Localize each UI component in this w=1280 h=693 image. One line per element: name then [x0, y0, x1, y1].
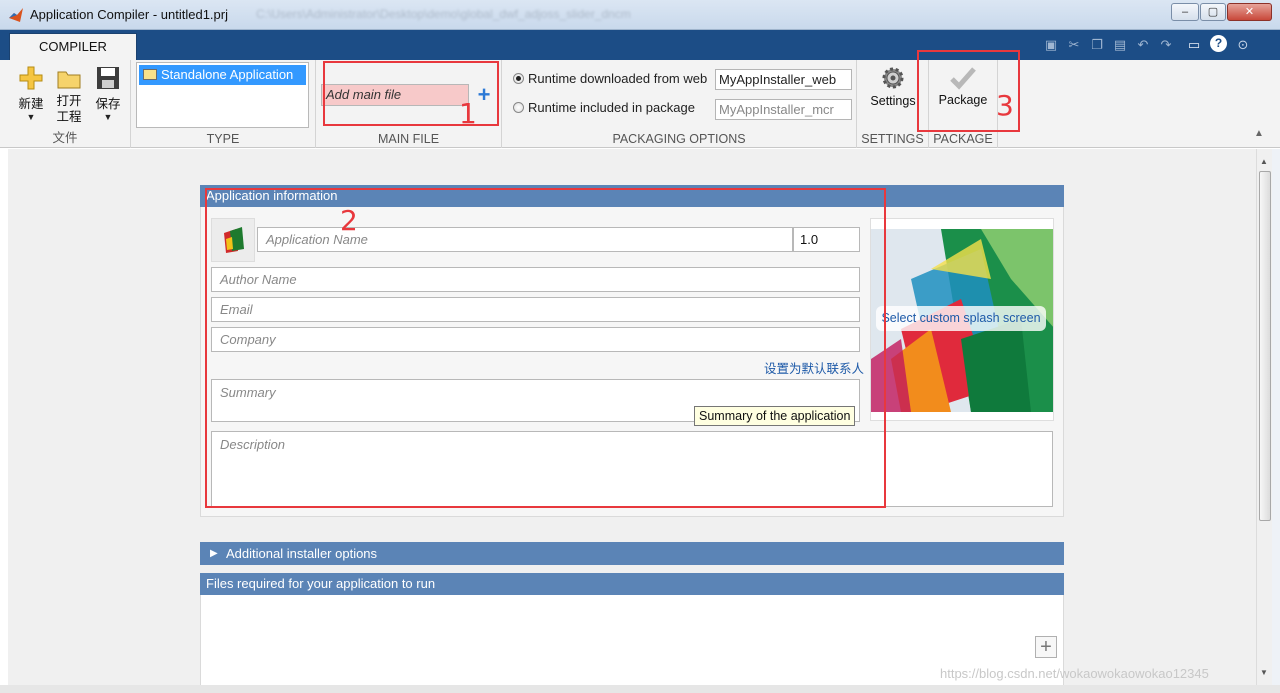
packaging-options-label: PACKAGING OPTIONS	[612, 132, 746, 146]
toolstrip-tabs: COMPILER ▣ ✂ ❐ ▤ ↶ ↷ ▭ ? ⊙	[0, 30, 1280, 60]
settings-label: Settings	[870, 94, 916, 108]
new-label: 新建	[18, 97, 44, 111]
annotation-number-3: 3	[996, 89, 1014, 122]
tab-compiler[interactable]: COMPILER	[9, 33, 137, 60]
save-label: 保存	[95, 97, 121, 111]
company-field[interactable]: Company	[211, 327, 860, 352]
add-main-file-icon[interactable]: +	[474, 84, 494, 106]
collapse-ribbon-icon[interactable]: ▲	[1254, 128, 1264, 139]
scroll-up-icon[interactable]: ▲	[1260, 157, 1268, 166]
package-button[interactable]: Package	[931, 66, 995, 107]
set-default-contact-link[interactable]: 设置为默认联系人	[764, 358, 864, 377]
radio-runtime-included[interactable]	[513, 102, 524, 113]
close-button[interactable]: ✕	[1227, 3, 1272, 21]
type-gallery[interactable]: Standalone Application	[136, 62, 309, 128]
type-selected-label: Standalone Application	[161, 67, 294, 82]
app-name-field[interactable]: Application Name	[257, 227, 793, 252]
window-title: Application Compiler - untitled1.prj	[30, 7, 228, 22]
file-group-label: 文件	[52, 131, 78, 145]
mcr-installer-name-field[interactable]: MyAppInstaller_mcr	[715, 99, 852, 120]
redo-icon[interactable]: ↷	[1157, 36, 1175, 54]
add-file-icon[interactable]: +	[1035, 636, 1057, 658]
bottom-edge	[0, 685, 1280, 693]
ribbon: 新建 ▼ 打开 工程 保存 ▼ 文件 TYPE Standalone Appli…	[0, 60, 1280, 148]
minimize-button[interactable]: –	[1171, 3, 1199, 21]
annotation-number-2: 2	[340, 204, 358, 237]
package-group-label: PACKAGE	[933, 132, 993, 146]
layout-icon[interactable]: ▭	[1185, 36, 1203, 54]
vertical-scrollbar[interactable]: ▲ ▼	[1256, 149, 1272, 685]
additional-options-label: Additional installer options	[226, 546, 378, 561]
folder-icon	[57, 71, 81, 89]
new-plus-icon	[19, 66, 43, 90]
type-standalone-app[interactable]: Standalone Application	[139, 65, 306, 85]
radio-runtime-web[interactable]	[513, 73, 524, 84]
settings-button[interactable]: Settings	[861, 65, 925, 108]
open-project-button[interactable]: 打开 工程	[52, 68, 86, 125]
gear-icon	[882, 67, 904, 89]
matlab-logo-icon	[9, 8, 23, 22]
app-window-icon	[143, 69, 157, 80]
watermark-text: https://blog.csdn.net/wokaowokaowokao123…	[940, 666, 1209, 681]
expand-triangle-icon: ▶	[210, 548, 218, 559]
chevron-down-icon: ▼	[103, 112, 113, 122]
open-label-line1: 打开	[56, 94, 82, 108]
app-icon-button[interactable]	[211, 218, 255, 262]
annotation-number-1: 1	[459, 97, 477, 130]
version-field[interactable]: 1.0	[793, 227, 860, 252]
right-edge	[1272, 149, 1280, 685]
additional-installer-options-header[interactable]: ▶ Additional installer options	[200, 542, 1064, 565]
open-label-line2: 工程	[56, 110, 82, 124]
title-bar: Application Compiler - untitled1.prj C:\…	[0, 0, 1280, 30]
save-icon[interactable]: ▣	[1042, 36, 1060, 54]
web-installer-name-field[interactable]: MyAppInstaller_web	[715, 69, 852, 90]
settings-group: Settings SETTINGS	[857, 60, 929, 148]
copy-icon[interactable]: ❐	[1088, 36, 1106, 54]
scroll-down-icon[interactable]: ▼	[1260, 668, 1268, 677]
files-required-list	[200, 595, 1064, 685]
blurred-path: C:\Users\Administrator\Desktop\demo\glob…	[256, 7, 631, 21]
summary-tooltip: Summary of the application	[694, 406, 856, 426]
undo-icon[interactable]: ↶	[1134, 36, 1152, 54]
help-icon[interactable]: ?	[1210, 35, 1227, 52]
app-info-header[interactable]: Application information	[200, 185, 1064, 207]
select-splash-screen-button[interactable]: Select custom splash screen	[876, 306, 1046, 331]
email-field[interactable]: Email	[211, 297, 860, 322]
author-name-field[interactable]: Author Name	[211, 267, 860, 292]
scroll-thumb[interactable]	[1259, 171, 1271, 521]
runtime-included-label: Runtime included in package	[528, 100, 695, 115]
description-field[interactable]: Description	[211, 431, 1053, 507]
main-file-input[interactable]: Add main file	[321, 84, 469, 106]
file-group: 新建 ▼ 打开 工程 保存 ▼ 文件	[0, 60, 131, 148]
chevron-down-icon: ▼	[26, 112, 36, 122]
type-group-label: TYPE	[206, 132, 240, 146]
files-required-header[interactable]: Files required for your application to r…	[200, 573, 1064, 595]
app-logo-icon	[224, 227, 244, 253]
maximize-button[interactable]: ▢	[1200, 3, 1226, 21]
options-menu-icon[interactable]: ⊙	[1234, 36, 1252, 54]
save-button[interactable]: 保存 ▼	[91, 66, 125, 122]
floppy-disk-icon	[97, 67, 119, 89]
package-group: Package PACKAGE	[929, 60, 998, 148]
main-file-group-label: MAIN FILE	[377, 132, 440, 146]
left-edge	[0, 149, 8, 685]
runtime-web-label: Runtime downloaded from web	[528, 71, 708, 86]
paste-icon[interactable]: ▤	[1111, 36, 1129, 54]
settings-group-label: SETTINGS	[861, 132, 924, 146]
checkmark-icon	[950, 67, 976, 90]
package-label: Package	[938, 93, 988, 107]
new-button[interactable]: 新建 ▼	[14, 66, 48, 122]
cut-icon[interactable]: ✂	[1065, 36, 1083, 54]
